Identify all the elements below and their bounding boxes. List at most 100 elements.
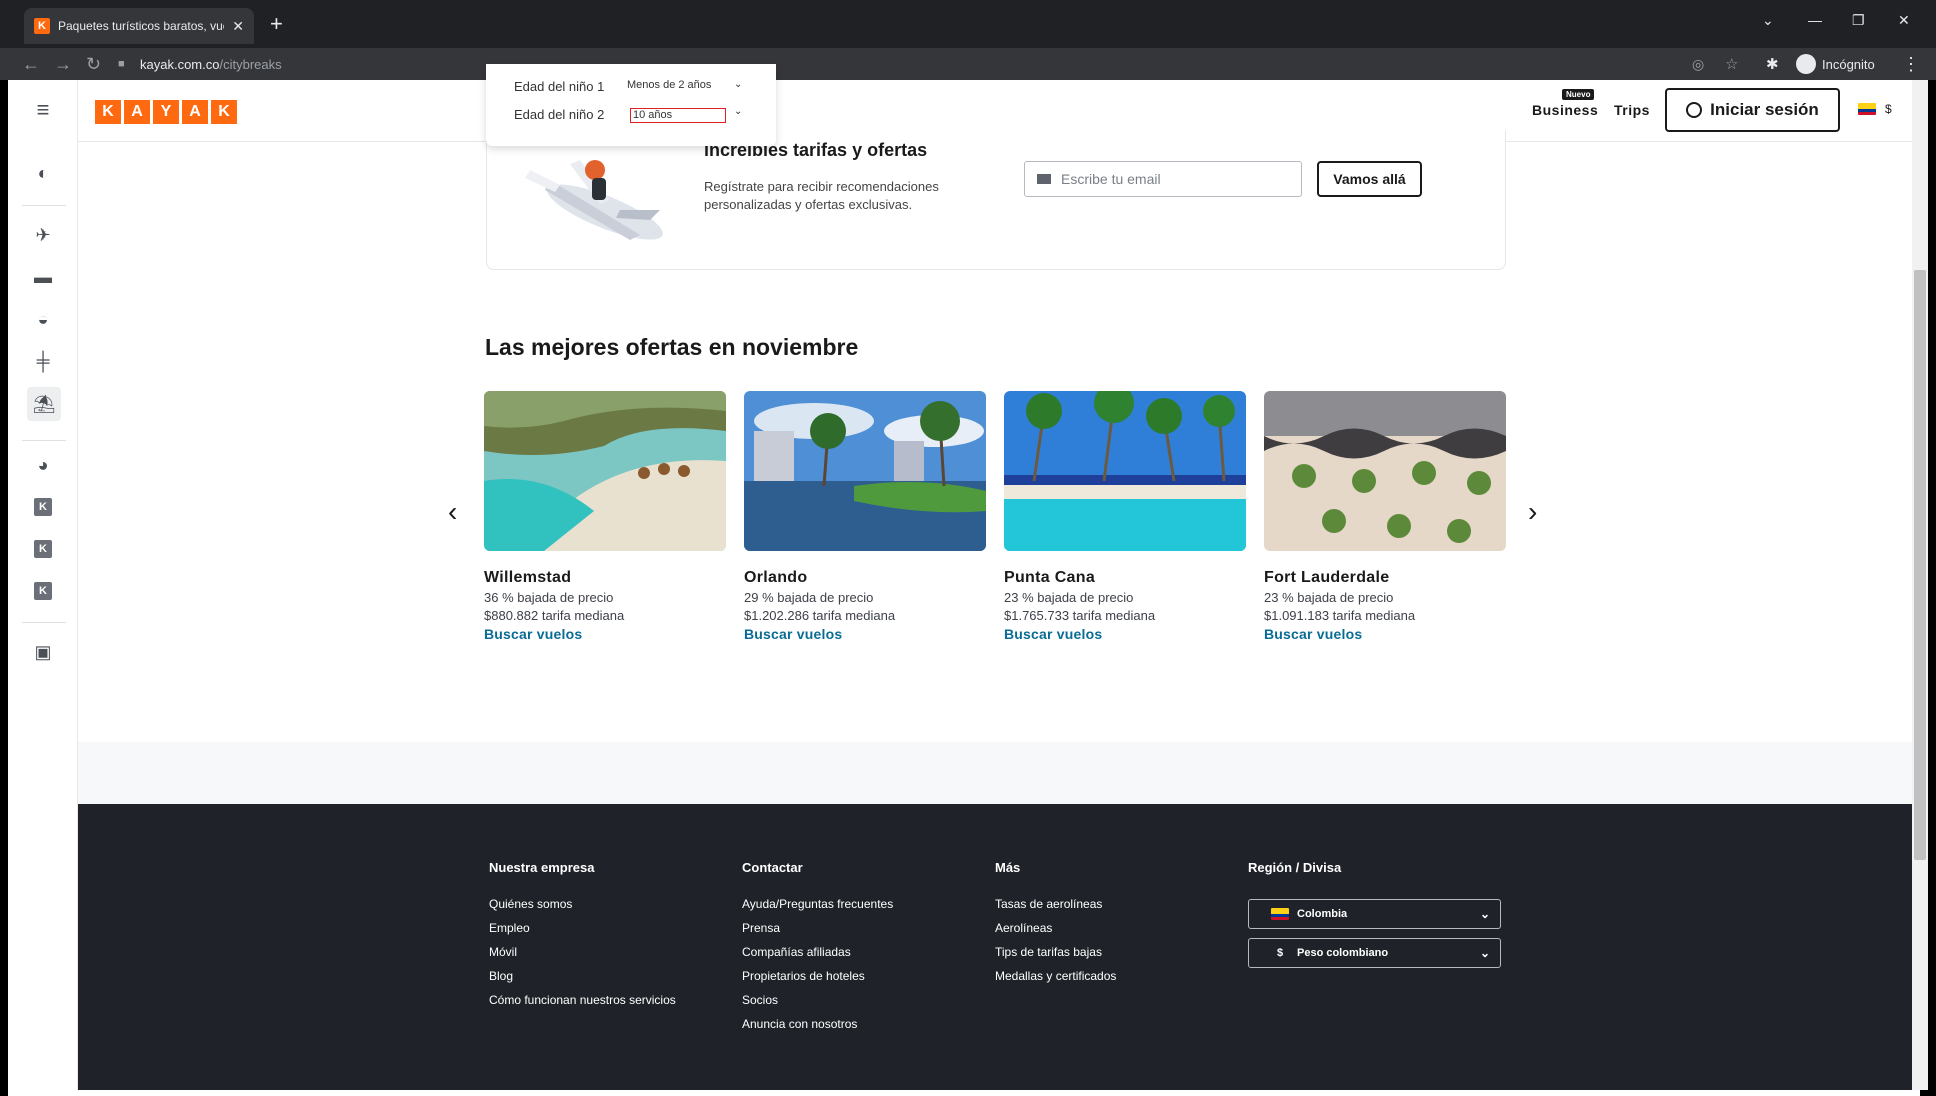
carousel-prev-icon[interactable]: ‹ <box>448 496 457 528</box>
kayak-favicon-icon: K <box>34 18 50 34</box>
browser-tab-bar <box>0 0 1936 48</box>
incognito-indicator[interactable]: Incógnito <box>1796 51 1875 77</box>
currency-selector[interactable]: $ <box>1885 102 1892 116</box>
deal-price-drop: 23 % bajada de precio <box>1004 590 1134 605</box>
deal-photo-orlando[interactable] <box>744 391 986 551</box>
footer-link[interactable]: Socios <box>742 993 972 1017</box>
footer-column-more: Más Tasas de aerolíneas Aerolíneas Tips … <box>995 860 1225 993</box>
footer-link[interactable]: Aerolíneas <box>995 921 1225 945</box>
footer-link[interactable]: Anuncia con nosotros <box>742 1017 972 1041</box>
back-icon[interactable]: ← <box>22 54 40 75</box>
minimize-icon[interactable]: — <box>1808 12 1822 28</box>
deal-price-drop: 36 % bajada de precio <box>484 590 614 605</box>
kayak-k-icon[interactable]: K <box>30 494 56 520</box>
currency-value: Peso colombiano <box>1297 947 1389 959</box>
browser-menu-icon[interactable]: ⋮ <box>1902 54 1920 75</box>
footer-link[interactable]: Empleo <box>489 921 719 945</box>
tab-title: Paquetes turísticos baratos, vuel <box>58 19 225 33</box>
signin-button[interactable]: Iniciar sesión <box>1665 88 1840 132</box>
tracking-eye-icon[interactable]: ◎ <box>1692 56 1704 73</box>
footer-link[interactable]: Tips de tarifas bajas <box>995 945 1225 969</box>
hotels-icon[interactable]: ▬ <box>30 264 56 290</box>
colombia-flag-icon[interactable] <box>1858 103 1876 115</box>
deal-city: Fort Lauderdale <box>1264 569 1390 586</box>
bookmark-star-icon[interactable]: ☆ <box>1725 55 1738 73</box>
child2-age-select[interactable]: 10 años <box>630 108 726 123</box>
deal-photo-willemstad[interactable] <box>484 391 726 551</box>
hamburger-menu-icon[interactable]: ≡ <box>30 97 56 123</box>
restore-icon[interactable]: ❐ <box>1852 12 1865 29</box>
footer-link[interactable]: Tasas de aerolíneas <box>995 897 1225 921</box>
flights-icon[interactable]: ✈ <box>30 222 56 248</box>
feedback-icon[interactable]: ▣ <box>30 639 56 665</box>
child2-age-label: Edad del niño 2 <box>514 107 605 122</box>
footer-link[interactable]: Quiénes somos <box>489 897 719 921</box>
footer-link[interactable]: Propietarios de hoteles <box>742 969 972 993</box>
explore-signpost-icon[interactable]: ╪ <box>30 348 56 374</box>
deal-card[interactable]: Fort Lauderdale 23 % bajada de precio $1… <box>1264 391 1506 642</box>
search-flights-link[interactable]: Buscar vuelos <box>484 626 726 642</box>
chevron-down-icon: ⌄ <box>1479 907 1490 921</box>
deal-card[interactable]: Orlando 29 % bajada de precio $1.202.286… <box>744 391 986 642</box>
url-path: /citybreaks <box>219 56 282 72</box>
reload-icon[interactable]: ↻ <box>86 54 101 75</box>
explore-globe-icon[interactable]: ◕ <box>30 452 56 478</box>
logo-letter: A <box>124 100 150 124</box>
plane-illustration <box>525 160 663 240</box>
currency-symbol: $ <box>1276 947 1284 959</box>
extensions-icon[interactable]: ✱ <box>1766 55 1779 73</box>
close-icon[interactable]: ✕ <box>232 18 244 35</box>
deal-city: Punta Cana <box>1004 569 1096 586</box>
tab-search-icon[interactable]: ⌄ <box>1762 12 1774 29</box>
footer-link[interactable]: Blog <box>489 969 719 993</box>
deal-median-fare: $880.882 tarifa mediana <box>484 608 625 623</box>
lock-icon: ■ <box>118 58 125 70</box>
country-select[interactable]: Colombia ⌄ <box>1248 899 1501 929</box>
cars-icon[interactable]: ◒ <box>30 306 56 332</box>
footer-heading: Nuestra empresa <box>489 860 595 875</box>
logo-letter: Y <box>153 100 179 124</box>
business-link[interactable]: Business <box>1532 102 1598 118</box>
country-value: Colombia <box>1297 908 1348 920</box>
new-tab-icon[interactable]: + <box>270 12 283 36</box>
footer-link[interactable]: Cómo funcionan nuestros servicios <box>489 993 719 1017</box>
chevron-down-icon[interactable]: ⌄ <box>734 79 742 90</box>
footer-spacer-band <box>78 742 1912 804</box>
currency-select[interactable]: $ Peso colombiano ⌄ <box>1248 938 1501 968</box>
window-close-icon[interactable]: ✕ <box>1898 12 1910 29</box>
carousel-next-icon[interactable]: › <box>1528 496 1537 528</box>
deal-card[interactable]: Willemstad 36 % bajada de precio $880.88… <box>484 391 726 642</box>
deal-city: Willemstad <box>484 569 572 586</box>
footer-link[interactable]: Medallas y certificados <box>995 969 1225 993</box>
trips-notification-icon[interactable]: ◐ <box>30 160 56 186</box>
rail-divider <box>22 440 66 441</box>
search-flights-link[interactable]: Buscar vuelos <box>744 626 986 642</box>
search-flights-link[interactable]: Buscar vuelos <box>1004 626 1246 642</box>
deal-photo-punta-cana[interactable] <box>1004 391 1246 551</box>
user-icon <box>1686 102 1703 118</box>
rail-divider <box>22 205 66 206</box>
footer-link[interactable]: Prensa <box>742 921 972 945</box>
child1-age-select[interactable]: Menos de 2 años <box>627 79 711 91</box>
subscribe-button[interactable]: Vamos allá <box>1317 161 1422 197</box>
child-age-popup <box>486 64 776 146</box>
deal-photo-fort-lauderdale[interactable] <box>1264 391 1506 551</box>
forward-icon[interactable]: → <box>54 54 72 75</box>
browser-tab[interactable]: K Paquetes turísticos baratos, vuel ✕ <box>24 8 254 44</box>
kayak-k-icon[interactable]: K <box>30 578 56 604</box>
trips-link[interactable]: Trips <box>1614 102 1650 118</box>
search-flights-link[interactable]: Buscar vuelos <box>1264 626 1506 642</box>
packages-beach-icon[interactable]: ⛱ <box>27 387 61 421</box>
footer-link[interactable]: Móvil <box>489 945 719 969</box>
chevron-down-icon[interactable]: ⌄ <box>734 106 742 117</box>
url-field[interactable]: ■ kayak.com.co/citybreaks <box>118 52 1698 76</box>
footer-heading: Más <box>995 860 1021 875</box>
kayak-logo[interactable]: K A Y A K <box>95 100 237 124</box>
kayak-k-icon[interactable]: K <box>30 536 56 562</box>
email-input[interactable]: Escribe tu email <box>1024 161 1302 197</box>
scrollbar-thumb[interactable] <box>1914 270 1926 860</box>
deal-card[interactable]: Punta Cana 23 % bajada de precio $1.765.… <box>1004 391 1246 642</box>
footer-link[interactable]: Compañías afiliadas <box>742 945 972 969</box>
footer-link[interactable]: Ayuda/Preguntas frecuentes <box>742 897 972 921</box>
deal-price-drop: 29 % bajada de precio <box>744 590 874 605</box>
